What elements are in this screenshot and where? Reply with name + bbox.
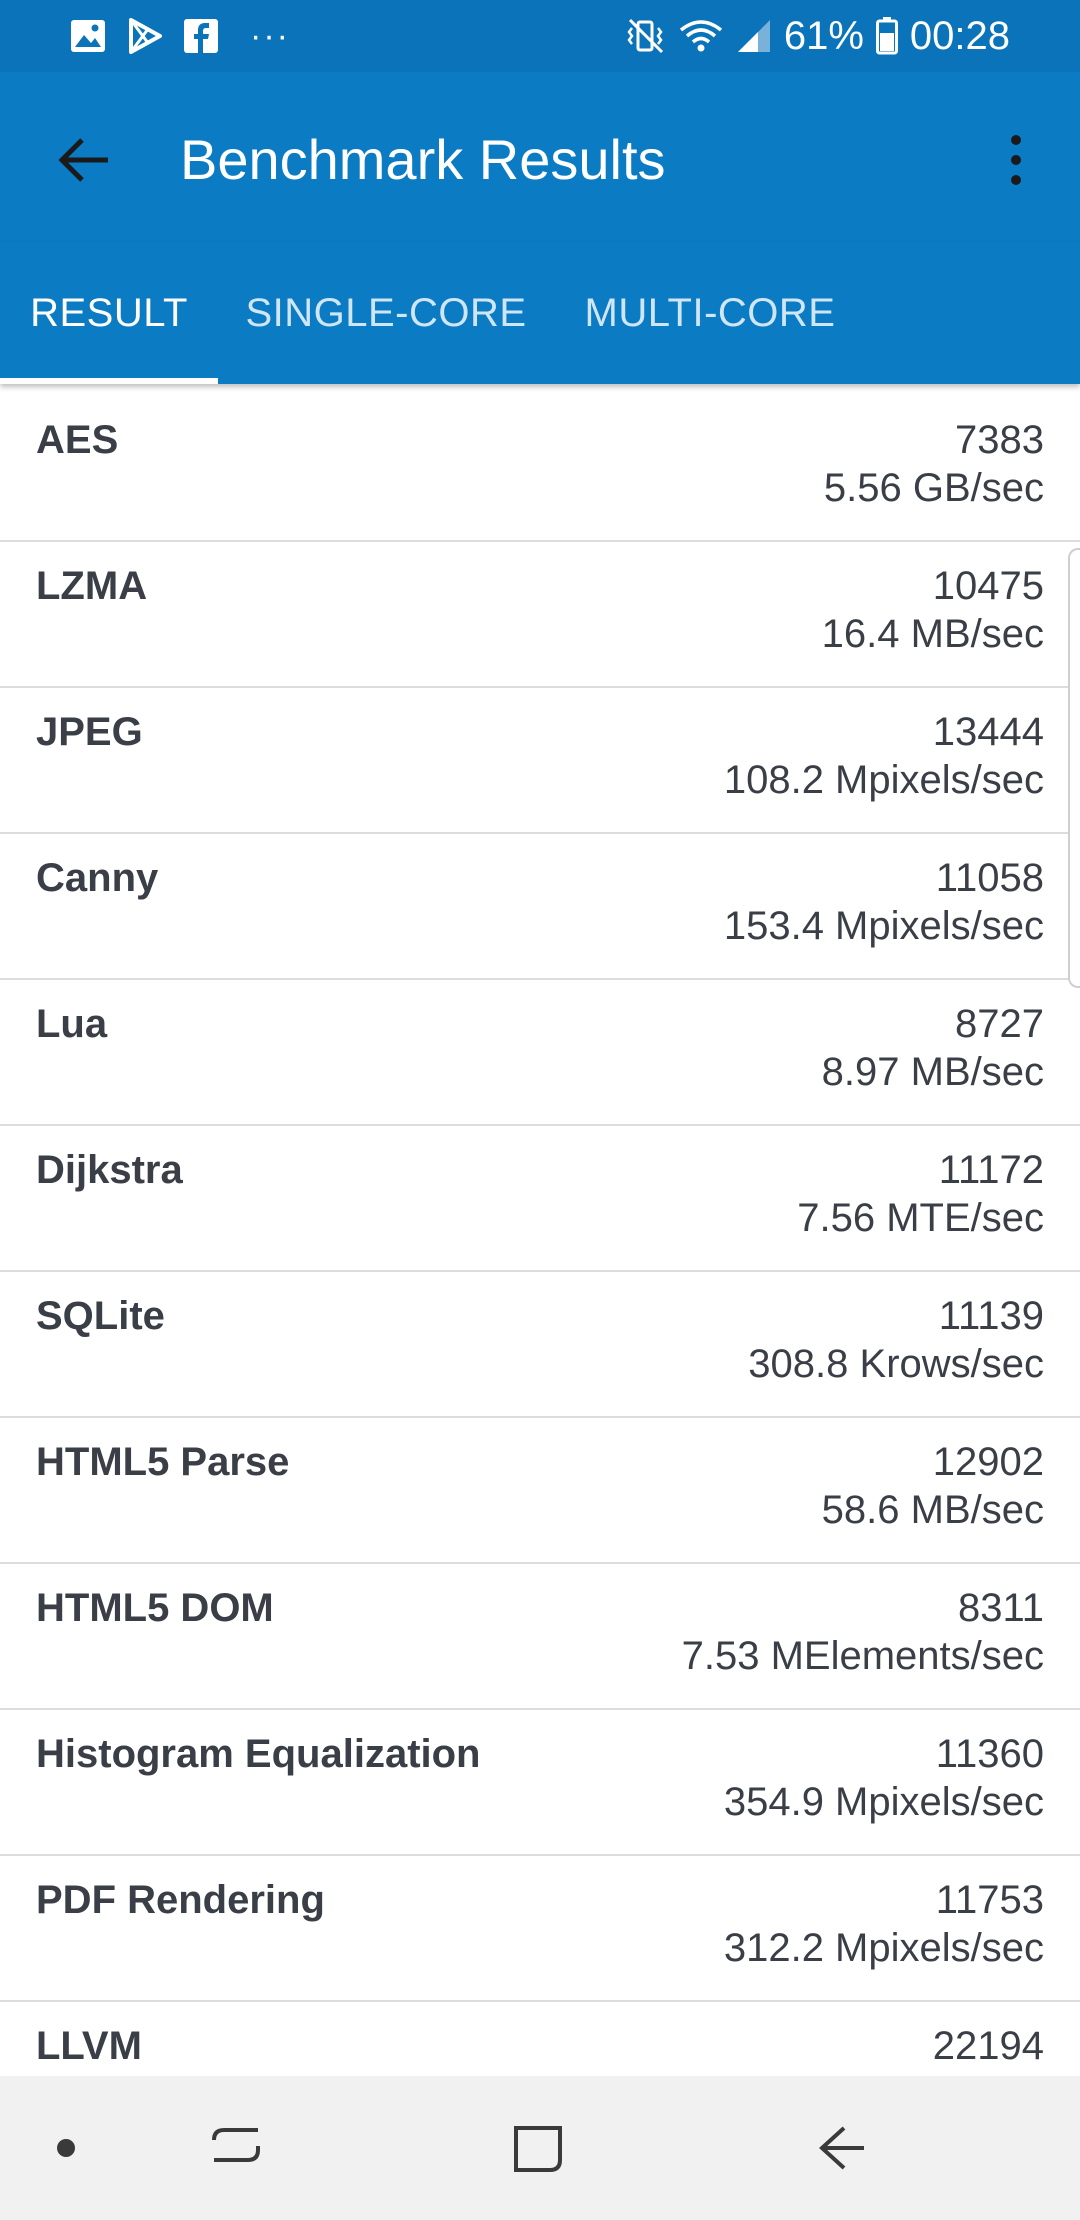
list-item: SQLite 11139 308.8 Krows/sec — [0, 1272, 1080, 1418]
results-list[interactable]: AES 7383 5.56 GB/sec LZMA 10475 16.4 MB/… — [0, 396, 1080, 2076]
list-item: Histogram Equalization 11360 354.9 Mpixe… — [0, 1710, 1080, 1856]
app-bar: Benchmark Results — [0, 72, 1080, 242]
list-item: HTML5 Parse 12902 58.6 MB/sec — [0, 1418, 1080, 1564]
benchmark-name: HTML5 DOM — [36, 1586, 274, 1630]
benchmark-rate: 354.9 Mpixels/sec — [723, 1780, 1044, 1824]
benchmark-rate: 58.6 MB/sec — [821, 1488, 1044, 1532]
status-bar: ··· 61% 00:28 — [0, 0, 1080, 72]
list-item: LLVM 22194 — [0, 2002, 1080, 2076]
system-status: 61% 00:28 — [626, 14, 1010, 59]
facebook-icon — [184, 19, 218, 53]
back-arrow-icon — [58, 138, 108, 182]
play-store-icon — [128, 18, 162, 54]
battery-percent: 61% — [783, 13, 864, 58]
benchmark-name: LZMA — [36, 564, 148, 608]
benchmark-score: 13444 — [932, 710, 1044, 754]
benchmark-score: 11139 — [938, 1294, 1044, 1338]
benchmark-score: 8311 — [957, 1586, 1044, 1630]
benchmark-score: 8727 — [955, 1002, 1044, 1046]
signal-icon — [736, 18, 772, 54]
back-icon — [819, 2126, 864, 2170]
home-button[interactable] — [500, 2110, 576, 2186]
tab-bar: RESULT SINGLE-CORE MULTI-CORE — [0, 242, 1080, 384]
list-item: PDF Rendering 11753 312.2 Mpixels/sec — [0, 1856, 1080, 2002]
back-arrow-button[interactable] — [48, 124, 120, 196]
benchmark-score: 11753 — [935, 1878, 1044, 1922]
benchmark-rate: 308.8 Krows/sec — [748, 1342, 1044, 1386]
overflow-menu-button[interactable] — [988, 122, 1044, 198]
more-vert-icon — [1011, 135, 1021, 185]
notification-icons: ··· — [70, 17, 290, 56]
benchmark-score: 10475 — [932, 564, 1044, 608]
benchmark-score: 11360 — [935, 1732, 1044, 1776]
battery-icon — [875, 17, 898, 55]
page-title: Benchmark Results — [180, 128, 666, 191]
status-time: 00:28 — [909, 13, 1010, 58]
benchmark-score: 12902 — [932, 1440, 1044, 1484]
dot-icon — [57, 2139, 75, 2157]
benchmark-rate: 108.2 Mpixels/sec — [723, 758, 1044, 802]
back-button[interactable] — [804, 2110, 880, 2186]
benchmark-name: HTML5 Parse — [36, 1440, 290, 1484]
list-item: HTML5 DOM 8311 7.53 MElements/sec — [0, 1564, 1080, 1710]
list-item: Canny 11058 153.4 Mpixels/sec — [0, 834, 1080, 980]
benchmark-rate: 312.2 Mpixels/sec — [723, 1926, 1044, 1970]
benchmark-name: Dijkstra — [36, 1148, 183, 1192]
benchmark-rate: 8.97 MB/sec — [821, 1050, 1044, 1094]
benchmark-name: Canny — [36, 856, 159, 900]
benchmark-rate: 7.53 MElements/sec — [681, 1634, 1044, 1678]
list-item: AES 7383 5.56 GB/sec — [0, 396, 1080, 542]
mute-vibrate-icon — [626, 16, 666, 56]
benchmark-score: 11172 — [938, 1148, 1044, 1192]
benchmark-name: AES — [36, 418, 119, 462]
home-icon — [514, 2126, 562, 2172]
benchmark-rate: 5.56 GB/sec — [823, 466, 1044, 510]
list-item: JPEG 13444 108.2 Mpixels/sec — [0, 688, 1080, 834]
benchmark-name: LLVM — [36, 2024, 142, 2068]
scroll-handle[interactable] — [1068, 548, 1080, 988]
benchmark-name: SQLite — [36, 1294, 165, 1338]
tab-multi-core[interactable]: MULTI-CORE — [572, 242, 848, 384]
tab-single-core[interactable]: SINGLE-CORE — [240, 242, 532, 384]
list-item: Lua 8727 8.97 MB/sec — [0, 980, 1080, 1126]
benchmark-rate: 7.56 MTE/sec — [797, 1196, 1044, 1240]
benchmark-score: 11058 — [935, 856, 1044, 900]
navigation-bar — [0, 2076, 1080, 2220]
recents-button[interactable] — [198, 2110, 274, 2186]
nav-dot-button[interactable] — [28, 2110, 104, 2186]
benchmark-name: Lua — [36, 1002, 108, 1046]
list-item: Dijkstra 11172 7.56 MTE/sec — [0, 1126, 1080, 1272]
benchmark-rate: 16.4 MB/sec — [821, 612, 1044, 656]
list-item: LZMA 10475 16.4 MB/sec — [0, 542, 1080, 688]
benchmark-rate: 153.4 Mpixels/sec — [723, 904, 1044, 948]
wifi-icon — [678, 18, 724, 54]
tab-result[interactable]: RESULT — [0, 242, 218, 384]
recents-icon — [212, 2128, 260, 2162]
more-dots-icon: ··· — [250, 16, 290, 55]
image-icon — [70, 19, 106, 53]
benchmark-name: JPEG — [36, 710, 143, 754]
benchmark-score: 22194 — [932, 2024, 1044, 2068]
benchmark-name: Histogram Equalization — [36, 1732, 481, 1776]
benchmark-score: 7383 — [955, 418, 1044, 462]
benchmark-name: PDF Rendering — [36, 1878, 325, 1922]
